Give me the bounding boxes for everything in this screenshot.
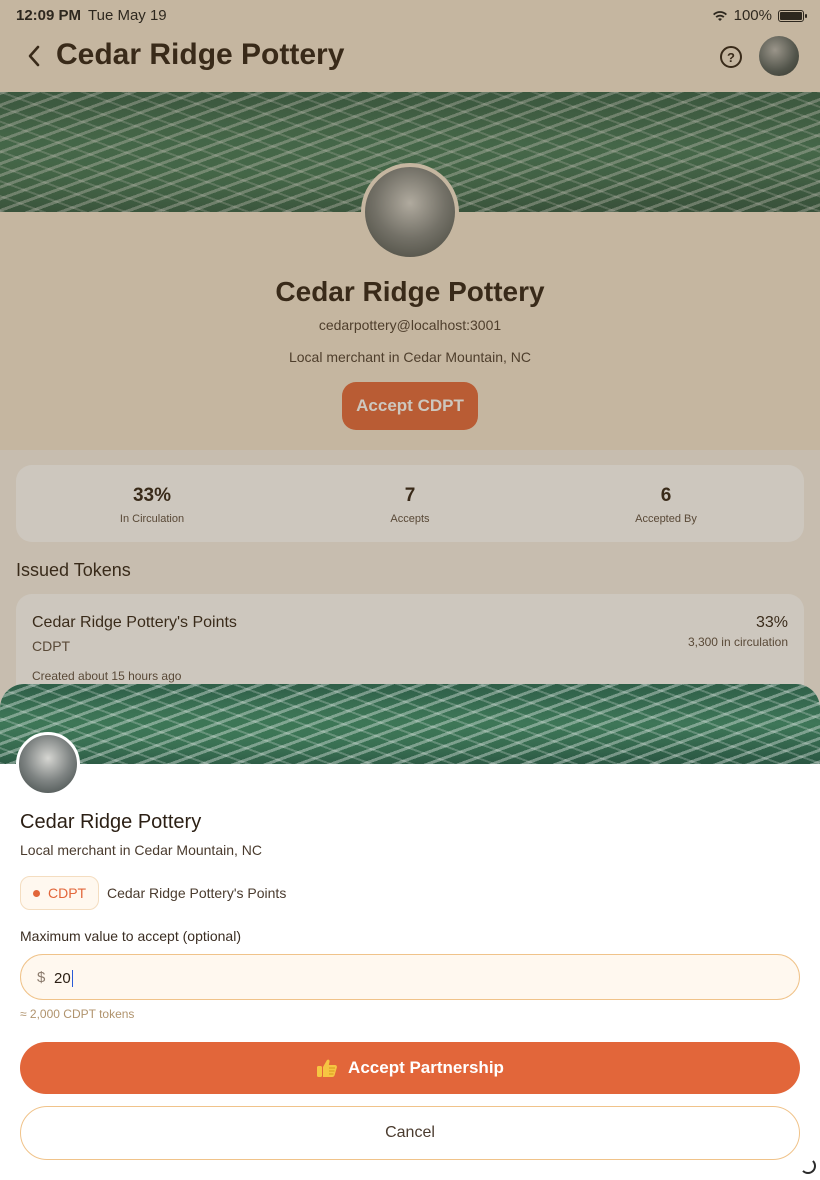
sheet-merchant-name: Cedar Ridge Pottery xyxy=(20,811,202,833)
accept-partnership-label: Accept Partnership xyxy=(348,1058,504,1077)
loading-spinner-icon xyxy=(800,1158,816,1174)
sheet-merchant-avatar xyxy=(16,732,80,796)
sheet-banner-image xyxy=(0,684,820,764)
max-value-text[interactable]: 20 xyxy=(54,970,73,987)
dot-icon xyxy=(33,889,40,897)
currency-symbol: $ xyxy=(37,969,46,986)
max-value-input[interactable]: $ 20 xyxy=(20,954,800,1000)
sheet-token-name: Cedar Ridge Pottery's Points xyxy=(107,885,287,901)
accept-partnership-button[interactable]: Accept Partnership xyxy=(20,1042,800,1094)
chip-label: CDPT xyxy=(48,885,87,901)
max-value-label: Maximum value to accept (optional) xyxy=(20,928,241,944)
sheet-merchant-description: Local merchant in Cedar Mountain, NC xyxy=(20,842,263,858)
token-symbol-chip: CDPT xyxy=(20,876,99,910)
cancel-button[interactable]: Cancel xyxy=(20,1106,800,1160)
token-estimate-hint: ≈ 2,000 CDPT tokens xyxy=(20,1007,135,1021)
thumbs-up-icon xyxy=(317,1059,337,1077)
accept-partnership-sheet: Cedar Ridge Pottery Local merchant in Ce… xyxy=(0,684,820,1180)
